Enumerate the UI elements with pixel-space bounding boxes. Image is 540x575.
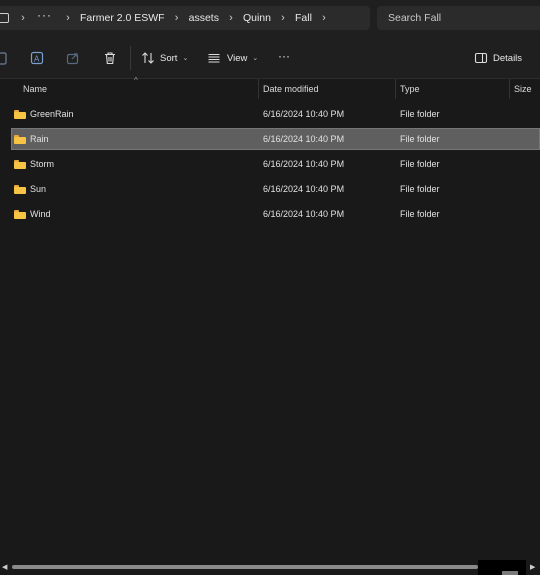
type-cell: File folder	[400, 109, 440, 119]
search-placeholder: Search Fall	[388, 12, 442, 24]
name-cell: GreenRain	[14, 103, 74, 125]
toolbar-divider	[130, 46, 131, 70]
list-item[interactable]: Sun 6/16/2024 10:40 PM File folder	[11, 178, 540, 200]
sort-icon	[141, 51, 155, 65]
chevron-right-icon[interactable]: ›	[16, 12, 30, 24]
file-name: GreenRain	[30, 109, 74, 119]
view-label: View	[227, 52, 248, 64]
date-cell: 6/16/2024 10:40 PM	[263, 209, 345, 219]
date-cell: 6/16/2024 10:40 PM	[263, 109, 345, 119]
chevron-right-icon[interactable]: ›	[317, 12, 331, 24]
address-row: › ··· › Farmer 2.0 ESWF › assets › Quinn…	[0, 0, 540, 38]
folder-icon	[14, 109, 26, 119]
name-cell: Sun	[14, 178, 46, 200]
search-input[interactable]: Search Fall	[377, 6, 540, 30]
type-cell: File folder	[400, 209, 440, 219]
breadcrumb-item[interactable]: Farmer 2.0 ESWF	[78, 12, 167, 24]
file-name: Sun	[30, 184, 47, 194]
chevron-down-icon: ⌄	[182, 55, 189, 62]
breadcrumb-item[interactable]: Fall	[293, 12, 314, 24]
sort-label: Sort	[160, 52, 178, 64]
svg-text:A: A	[34, 55, 40, 64]
date-cell: 6/16/2024 10:40 PM	[263, 159, 345, 169]
name-cell: Storm	[14, 153, 54, 175]
breadcrumb-label: Farmer 2.0 ESWF	[80, 12, 165, 24]
paste-button[interactable]	[0, 48, 8, 68]
column-resize-handle[interactable]	[258, 79, 259, 99]
column-header-type[interactable]: Type	[400, 79, 508, 99]
date-cell: 6/16/2024 10:40 PM	[263, 134, 345, 144]
breadcrumb-item[interactable]: Quinn	[241, 12, 273, 24]
breadcrumb-overflow-button[interactable]: ···	[37, 8, 52, 22]
horizontal-scrollbar[interactable]: ◀ ▶	[0, 560, 540, 575]
list-item[interactable]: Storm 6/16/2024 10:40 PM File folder	[11, 153, 540, 175]
rename-icon: A	[30, 51, 44, 65]
view-list-icon	[207, 51, 221, 65]
folder-icon	[14, 134, 26, 144]
column-header-date[interactable]: Date modified	[263, 79, 393, 99]
details-label: Details	[493, 52, 523, 64]
folder-icon	[14, 159, 26, 169]
column-header-label: Name	[23, 84, 48, 94]
column-header-name[interactable]: Name	[23, 79, 257, 99]
date-cell: 6/16/2024 10:40 PM	[263, 184, 345, 194]
list-item[interactable]: GreenRain 6/16/2024 10:40 PM File folder	[11, 103, 540, 125]
rename-button[interactable]: A	[30, 48, 44, 68]
name-cell: Rain	[14, 128, 49, 150]
sort-button[interactable]: Sort ⌄	[141, 48, 188, 68]
address-bar[interactable]: › ··· › Farmer 2.0 ESWF › assets › Quinn…	[0, 6, 370, 30]
folder-icon	[14, 184, 26, 194]
file-explorer-window: › ··· › Farmer 2.0 ESWF › assets › Quinn…	[0, 0, 540, 575]
breadcrumb-label: assets	[188, 12, 219, 24]
share-icon	[66, 51, 80, 65]
chevron-right-icon[interactable]: ›	[276, 12, 290, 24]
type-cell: File folder	[400, 134, 440, 144]
breadcrumb-label: Quinn	[242, 12, 271, 24]
type-cell: File folder	[400, 159, 440, 169]
chevron-right-icon[interactable]: ›	[224, 12, 238, 24]
column-header-size[interactable]: Size	[514, 79, 540, 99]
more-options-icon: ···	[278, 49, 290, 63]
scrollbar-grip	[502, 571, 518, 575]
command-bar: A Sort ⌄ View ⌄ ··· Details	[0, 38, 540, 79]
list-item[interactable]: Wind 6/16/2024 10:40 PM File folder	[11, 203, 540, 225]
trash-icon	[103, 51, 117, 65]
scroll-left-icon[interactable]: ◀	[2, 563, 7, 571]
breadcrumb-item[interactable]: assets	[187, 12, 221, 24]
folder-icon	[14, 209, 26, 219]
chevron-down-icon: ⌄	[252, 55, 259, 62]
column-header-label: Date modified	[263, 84, 319, 94]
delete-button[interactable]	[103, 48, 117, 68]
name-cell: Wind	[14, 203, 51, 225]
column-resize-handle[interactable]	[509, 79, 510, 99]
scroll-right-icon[interactable]: ▶	[530, 563, 535, 571]
column-header-label: Size	[514, 84, 532, 94]
chevron-right-icon[interactable]: ›	[170, 12, 184, 24]
scrollbar-thumb[interactable]	[12, 565, 478, 569]
breadcrumb-label: Fall	[295, 12, 312, 24]
details-pane-button[interactable]: Details	[474, 48, 522, 68]
file-name: Wind	[30, 209, 51, 219]
share-button[interactable]	[66, 48, 80, 68]
list-item-selected[interactable]: Rain 6/16/2024 10:40 PM File folder	[11, 128, 540, 150]
details-pane-icon	[474, 51, 488, 65]
paste-icon	[0, 51, 8, 65]
view-button[interactable]: View ⌄	[207, 48, 258, 68]
see-more-button[interactable]: ···	[278, 46, 290, 66]
chevron-right-icon[interactable]: ›	[61, 12, 75, 24]
file-name: Rain	[30, 134, 49, 144]
column-header-label: Type	[400, 84, 420, 94]
type-cell: File folder	[400, 184, 440, 194]
column-header-row: ^ Name Date modified Type Size	[0, 76, 540, 99]
column-resize-handle[interactable]	[395, 79, 396, 99]
this-pc-icon[interactable]	[0, 13, 9, 23]
file-name: Storm	[30, 159, 55, 169]
